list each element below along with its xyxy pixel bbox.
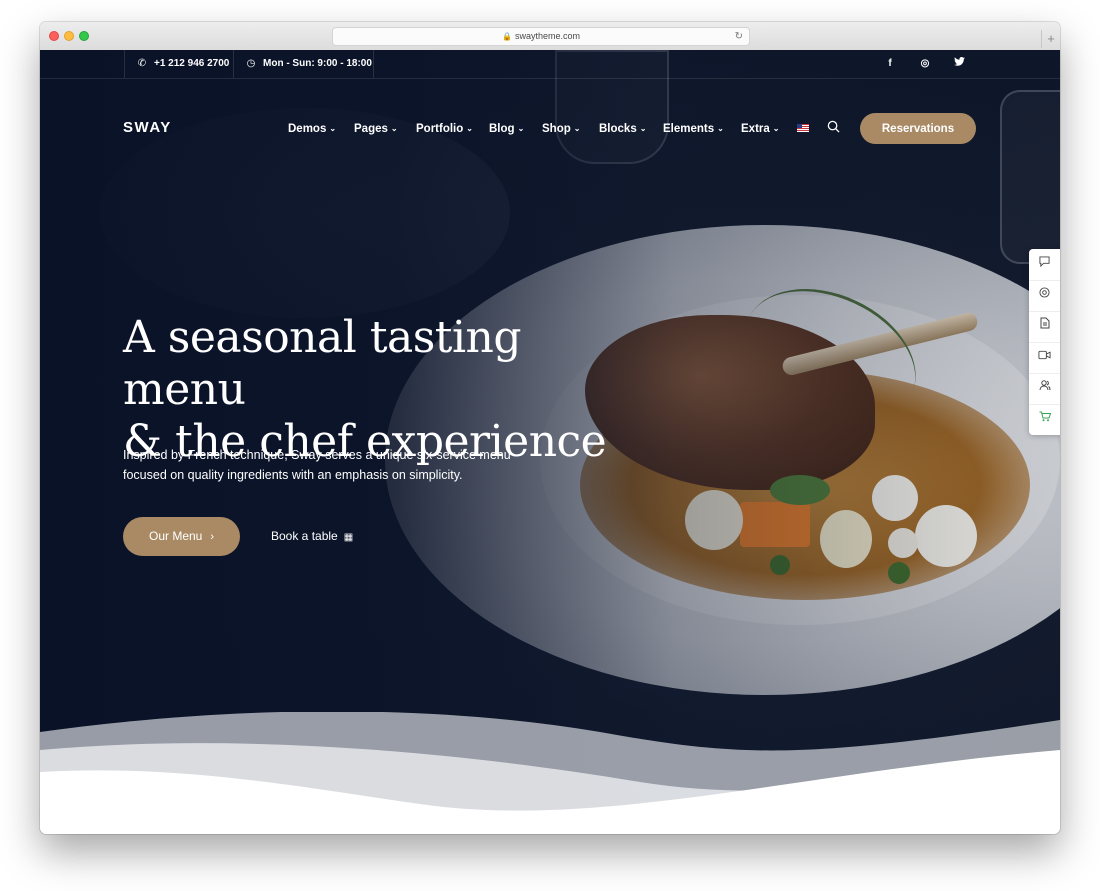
chevron-down-icon: ⌄ bbox=[329, 124, 337, 133]
document-glyph bbox=[1040, 317, 1049, 329]
facebook-icon[interactable]: f bbox=[878, 50, 902, 78]
video-icon[interactable] bbox=[1029, 342, 1060, 374]
phone-contact[interactable]: ✆ +1 212 946 2700 bbox=[135, 50, 230, 78]
nav-label: Portfolio bbox=[416, 123, 464, 135]
chevron-down-icon: ⌄ bbox=[772, 124, 780, 133]
hero-subtext: Inspired by French technique, Sway serve… bbox=[123, 446, 543, 485]
book-a-table-link[interactable]: Book a table ▦ bbox=[271, 517, 353, 556]
side-toolbar bbox=[1029, 249, 1060, 435]
nav-label: Blog bbox=[489, 123, 515, 135]
nav-item-blocks[interactable]: Blocks ⌄ bbox=[599, 119, 646, 139]
browser-titlebar: 🔒 swaytheme.com ↻ + bbox=[40, 22, 1060, 51]
document-icon[interactable] bbox=[1029, 311, 1060, 343]
nav-item-demos[interactable]: Demos ⌄ bbox=[288, 119, 336, 139]
nav-item-elements[interactable]: Elements ⌄ bbox=[663, 119, 724, 139]
opening-hours: ◷ Mon - Sun: 9:00 - 18:00 bbox=[244, 50, 372, 78]
chevron-down-icon: ⌄ bbox=[639, 124, 647, 133]
nav-item-portfolio[interactable]: Portfolio ⌄ bbox=[416, 119, 473, 139]
close-window-button[interactable] bbox=[49, 31, 59, 41]
chevron-down-icon: ⌄ bbox=[573, 124, 581, 133]
chat-glyph bbox=[1039, 256, 1050, 268]
search-icon[interactable] bbox=[827, 120, 841, 134]
users-icon[interactable] bbox=[1029, 373, 1060, 405]
chevron-down-icon: ⌄ bbox=[717, 124, 724, 133]
top-info-bar: ✆ +1 212 946 2700 ◷ Mon - Sun: 9:00 - 18:0… bbox=[40, 50, 1060, 79]
twitter-bird-glyph bbox=[953, 57, 965, 66]
nav-label: Blocks bbox=[599, 123, 637, 135]
hero-headline: A seasonal tasting menu & the chef exper… bbox=[123, 312, 643, 468]
subtext-line-2: focused on quality ingredients with an e… bbox=[123, 467, 463, 482]
url-text: swaytheme.com bbox=[514, 31, 580, 41]
nav-label: Elements bbox=[663, 123, 715, 135]
our-menu-button[interactable]: Our Menu › bbox=[123, 517, 240, 556]
chat-icon[interactable] bbox=[1029, 249, 1060, 281]
headline-line-1: A seasonal tasting menu bbox=[123, 312, 522, 415]
browser-window: 🔒 swaytheme.com ↻ + ✆ +1 212 946 2700 ◷ … bbox=[40, 22, 1060, 834]
phone-icon: ✆ bbox=[137, 58, 147, 69]
chevron-down-icon: ⌄ bbox=[466, 124, 473, 133]
zoom-window-button[interactable] bbox=[79, 31, 89, 41]
nav-item-pages[interactable]: Pages ⌄ bbox=[354, 119, 398, 139]
clock-icon: ◷ bbox=[246, 58, 256, 69]
twitter-icon[interactable] bbox=[947, 50, 971, 78]
us-flag-icon[interactable] bbox=[797, 124, 809, 132]
book-a-table-label: Book a table bbox=[271, 529, 338, 543]
nav-label: Shop bbox=[542, 123, 571, 135]
chevron-down-icon: ⌄ bbox=[390, 124, 398, 133]
phone-text: +1 212 946 2700 bbox=[154, 58, 230, 69]
site-logo[interactable]: SWAY bbox=[123, 119, 172, 136]
minimize-window-button[interactable] bbox=[64, 31, 74, 41]
reservations-button[interactable]: Reservations bbox=[860, 113, 976, 144]
users-glyph bbox=[1039, 380, 1050, 391]
support-icon[interactable] bbox=[1029, 280, 1060, 312]
nav-label: Pages bbox=[354, 123, 388, 135]
calendar-icon: ▦ bbox=[343, 532, 354, 543]
hours-text: Mon - Sun: 9:00 - 18:00 bbox=[263, 58, 372, 69]
nav-item-extra[interactable]: Extra ⌄ bbox=[741, 119, 779, 139]
address-bar[interactable]: 🔒 swaytheme.com ↻ bbox=[332, 27, 750, 46]
reload-icon[interactable]: ↻ bbox=[735, 28, 743, 45]
instagram-icon[interactable]: ◎ bbox=[913, 50, 937, 78]
video-glyph bbox=[1038, 350, 1051, 360]
lock-icon: 🔒 bbox=[502, 32, 512, 41]
chevron-right-icon: › bbox=[210, 531, 215, 543]
hero-section: ✆ +1 212 946 2700 ◷ Mon - Sun: 9:00 - 18:0… bbox=[40, 50, 1060, 834]
nav-item-shop[interactable]: Shop ⌄ bbox=[542, 119, 580, 139]
cart-icon[interactable] bbox=[1029, 404, 1060, 435]
cart-glyph bbox=[1039, 411, 1051, 422]
nav-label: Demos bbox=[288, 123, 327, 135]
search-glyph bbox=[827, 120, 840, 133]
wave-divider bbox=[40, 712, 1060, 834]
chevron-down-icon: ⌄ bbox=[517, 124, 525, 133]
new-tab-button[interactable]: + bbox=[1041, 30, 1060, 48]
nav-label: Extra bbox=[741, 123, 770, 135]
support-glyph bbox=[1039, 287, 1050, 298]
subtext-line-1: Inspired by French technique, Sway serve… bbox=[123, 448, 511, 462]
nav-item-blog[interactable]: Blog ⌄ bbox=[489, 119, 524, 139]
our-menu-label: Our Menu bbox=[148, 529, 203, 543]
